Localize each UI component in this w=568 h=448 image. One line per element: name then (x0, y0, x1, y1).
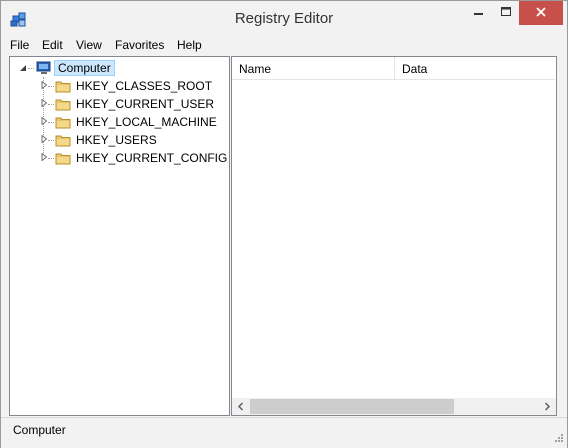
expand-arrow-icon[interactable] (40, 99, 48, 107)
expand-arrow-icon[interactable] (40, 153, 48, 161)
expand-arrow-icon[interactable] (40, 135, 48, 143)
menu-favorites[interactable]: Favorites (115, 38, 164, 52)
registry-tree-pane[interactable]: Computer HKEY_CLASSES_ROOT HKEY_CURRENT_… (9, 56, 230, 416)
values-list-pane[interactable]: Name Data (231, 56, 557, 416)
folder-icon (55, 99, 71, 111)
minimize-button[interactable] (466, 1, 492, 25)
close-button[interactable] (519, 1, 563, 25)
folder-icon (55, 153, 71, 165)
menu-help[interactable]: Help (177, 38, 202, 52)
expand-arrow-icon[interactable] (40, 117, 48, 125)
column-header-data[interactable]: Data (395, 57, 555, 80)
scroll-right-icon[interactable] (540, 400, 554, 413)
tree-item-hkey-users[interactable]: HKEY_USERS (10, 131, 229, 149)
column-header-name[interactable]: Name (232, 57, 395, 80)
horizontal-scrollbar[interactable] (232, 398, 556, 415)
column-header-label: Data (402, 62, 428, 76)
menu-edit[interactable]: Edit (42, 38, 63, 52)
folder-icon (55, 135, 71, 147)
scrollbar-thumb[interactable] (250, 399, 454, 414)
status-path: Computer (13, 423, 66, 437)
expand-arrow-icon[interactable] (40, 81, 48, 89)
tree-item-computer[interactable]: Computer (10, 59, 229, 77)
menu-bar: File Edit View Favorites Help (1, 35, 567, 55)
tree-item-hkey-classes-root[interactable]: HKEY_CLASSES_ROOT (10, 77, 229, 95)
tree-item-label: HKEY_CURRENT_USER (76, 97, 215, 111)
tree-item-hkey-local-machine[interactable]: HKEY_LOCAL_MACHINE (10, 113, 229, 131)
tree-item-label: Computer (54, 60, 115, 76)
scroll-left-icon[interactable] (234, 400, 248, 413)
menu-file[interactable]: File (10, 38, 29, 52)
resize-grip-icon[interactable] (552, 433, 564, 445)
tree-item-label: HKEY_USERS (76, 133, 157, 147)
tree-item-hkey-current-user[interactable]: HKEY_CURRENT_USER (10, 95, 229, 113)
collapse-arrow-icon[interactable] (19, 64, 27, 72)
tree-item-hkey-current-config[interactable]: HKEY_CURRENT_CONFIG (10, 149, 229, 167)
title-bar[interactable]: Registry Editor (1, 1, 567, 35)
menu-view[interactable]: View (76, 38, 102, 52)
maximize-button[interactable] (493, 1, 519, 25)
column-header-label: Name (239, 62, 272, 76)
folder-icon (55, 81, 71, 93)
folder-icon (55, 117, 71, 129)
tree-item-label: HKEY_LOCAL_MACHINE (76, 115, 217, 129)
registry-editor-window: Registry Editor File Edit View Favorites… (0, 0, 568, 448)
status-bar: Computer (1, 417, 567, 448)
tree-item-label: HKEY_CLASSES_ROOT (76, 79, 213, 93)
computer-icon (36, 61, 51, 74)
tree-item-label: HKEY_CURRENT_CONFIG (76, 151, 228, 165)
